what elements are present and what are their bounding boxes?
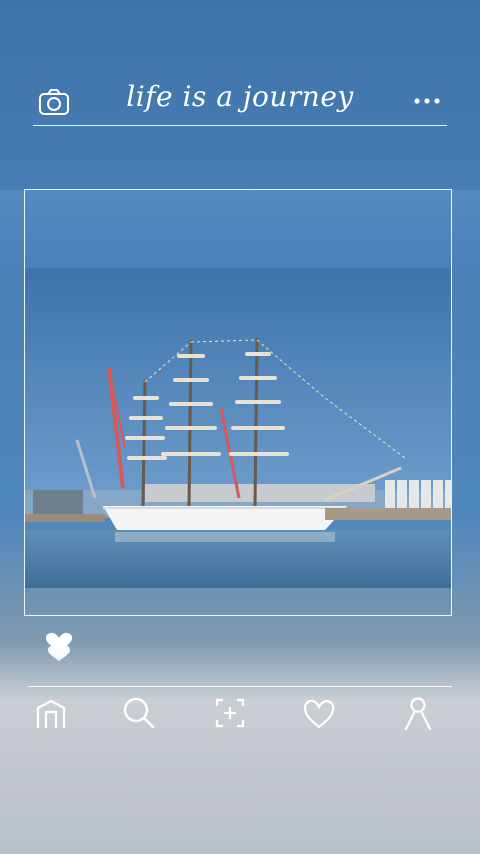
search-icon[interactable]: [122, 696, 158, 732]
more-dots-icon[interactable]: [412, 94, 442, 108]
add-post-icon[interactable]: [213, 696, 249, 732]
post-photo-frame[interactable]: [24, 189, 452, 616]
heart-outline-icon[interactable]: [302, 696, 338, 732]
bottom-divider: [28, 686, 452, 687]
home-icon[interactable]: [34, 696, 70, 732]
header-divider: [33, 125, 447, 126]
bottom-nav: [0, 696, 480, 736]
app-title: life is a journey: [126, 80, 354, 113]
heart-icon[interactable]: [42, 626, 76, 664]
profile-icon[interactable]: [401, 696, 437, 732]
post-photo: [25, 268, 451, 588]
app-header: life is a journey: [0, 78, 480, 126]
